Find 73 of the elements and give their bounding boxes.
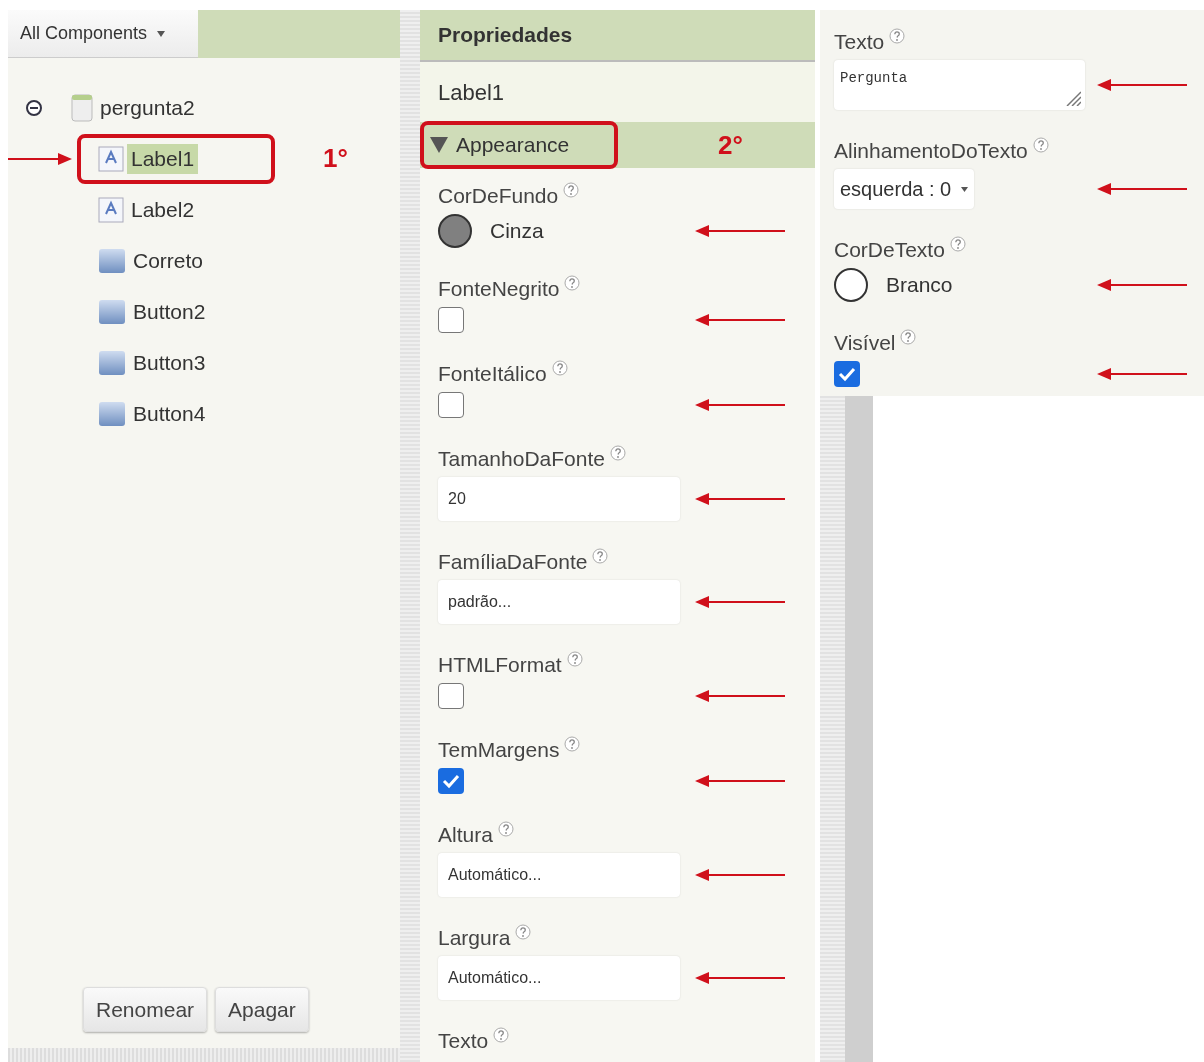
collapse-icon[interactable] xyxy=(25,98,43,117)
panel-title: Propriedades xyxy=(420,10,815,62)
component-name: Label1 xyxy=(420,62,815,122)
help-icon[interactable] xyxy=(515,924,532,940)
tree-item[interactable]: pergunta2 xyxy=(96,92,199,123)
screen-icon xyxy=(71,93,93,122)
dropdown[interactable]: esquerda : 0 xyxy=(834,169,975,209)
input-field[interactable]: Automático... xyxy=(438,853,680,897)
section-title: Appearance xyxy=(456,132,570,159)
property-label: CorDeTexto xyxy=(834,238,945,261)
input-field[interactable]: 20 xyxy=(438,477,680,521)
property-label: AlinhamentoDoTexto xyxy=(834,139,1028,162)
property-label: Largura xyxy=(438,926,511,949)
button-icon xyxy=(98,298,126,325)
field-value: Pergunta xyxy=(840,70,908,86)
tree-item[interactable]: Button2 xyxy=(129,296,210,327)
button-icon xyxy=(98,247,126,274)
step-number: 2° xyxy=(718,128,743,162)
property-label: Altura xyxy=(438,823,493,846)
checkbox[interactable] xyxy=(438,392,464,418)
color-name: Branco xyxy=(886,272,953,299)
delete-button[interactable]: Apagar xyxy=(215,986,309,1032)
section-header[interactable]: Appearance 2° xyxy=(420,122,815,168)
components-dropdown[interactable]: All Components xyxy=(8,10,198,58)
property-label: Texto xyxy=(438,1029,489,1052)
help-icon[interactable] xyxy=(564,736,581,752)
annotation-arrow xyxy=(8,151,72,166)
help-icon[interactable] xyxy=(564,275,581,291)
property-label: Visível xyxy=(834,331,896,354)
property-label: FamíliaDaFonte xyxy=(438,550,588,573)
input-field[interactable]: padrão... xyxy=(438,580,680,624)
help-icon[interactable] xyxy=(1032,137,1049,153)
color-name: Cinza xyxy=(490,218,544,245)
color-swatch[interactable] xyxy=(834,268,868,302)
help-icon[interactable] xyxy=(551,360,568,376)
button-icon xyxy=(98,349,126,376)
property-label: HTMLFormat xyxy=(438,653,562,676)
checkbox[interactable] xyxy=(438,683,464,709)
property-label: TamanhoDaFonte xyxy=(438,447,605,470)
checkbox[interactable] xyxy=(834,361,860,387)
resize-handle-icon[interactable] xyxy=(1065,90,1081,106)
tree-item[interactable]: Button4 xyxy=(129,398,210,429)
step-number: 1° xyxy=(323,142,348,175)
help-icon[interactable] xyxy=(563,182,580,198)
label-icon xyxy=(98,145,124,172)
help-icon[interactable] xyxy=(592,548,609,564)
tree-item[interactable]: Label1 xyxy=(127,143,199,174)
checkbox[interactable] xyxy=(438,768,464,794)
dropdown-value: esquerda : 0 xyxy=(840,177,952,202)
help-icon[interactable] xyxy=(949,236,966,252)
property-label: FonteItálico xyxy=(438,362,547,385)
rename-button[interactable]: Renomear xyxy=(83,986,208,1032)
checkbox[interactable] xyxy=(438,307,464,333)
tree-item[interactable]: Button3 xyxy=(129,347,210,378)
caret-icon xyxy=(961,186,969,192)
property-label: CorDeFundo xyxy=(438,184,559,207)
help-icon[interactable] xyxy=(609,445,626,461)
input-field[interactable]: Automático... xyxy=(438,956,680,1000)
help-icon[interactable] xyxy=(889,28,906,44)
label-icon xyxy=(98,196,124,223)
help-icon[interactable] xyxy=(497,821,514,837)
help-icon[interactable] xyxy=(900,329,917,345)
property-label: FonteNegrito xyxy=(438,277,560,300)
help-icon[interactable] xyxy=(566,651,583,667)
tree-item[interactable]: Correto xyxy=(129,245,208,276)
property-label: TemMargens xyxy=(438,738,560,761)
tree-item[interactable]: Label2 xyxy=(127,194,199,225)
button-icon xyxy=(98,400,126,427)
color-swatch[interactable] xyxy=(438,214,472,248)
caret-icon xyxy=(157,30,166,37)
text-area[interactable]: Pergunta xyxy=(834,60,1085,110)
property-label: Texto xyxy=(834,30,885,53)
help-icon[interactable] xyxy=(493,1027,510,1043)
